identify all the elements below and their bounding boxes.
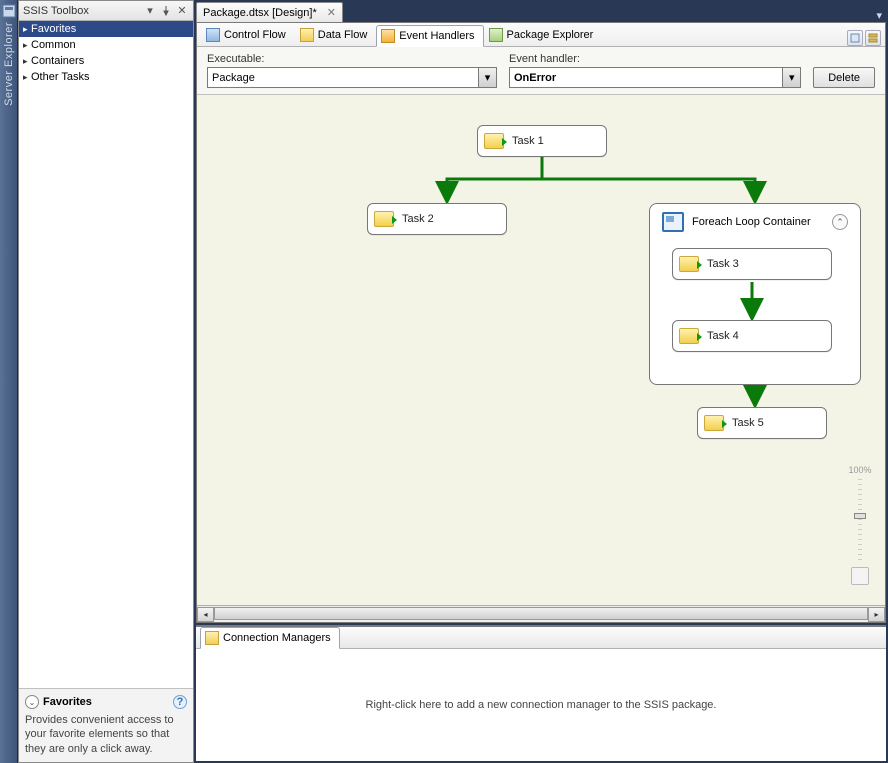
- toolbox-pin-icon[interactable]: [159, 4, 173, 18]
- task-label: Task 1: [512, 135, 544, 147]
- task-icon: [374, 211, 394, 227]
- task-label: Task 3: [707, 258, 739, 270]
- horizontal-scrollbar[interactable]: ◂ ▸: [197, 605, 885, 622]
- task-node-task3[interactable]: Task 3: [672, 248, 832, 280]
- tab-control-flow[interactable]: Control Flow: [201, 24, 295, 46]
- executable-combo[interactable]: ▾: [207, 67, 497, 88]
- connection-managers-icon: [205, 631, 219, 645]
- delete-button[interactable]: Delete: [813, 67, 875, 88]
- toolbox-footer-title: Favorites: [43, 696, 92, 708]
- zoom-thumb[interactable]: [854, 513, 866, 519]
- subtab-label: Event Handlers: [399, 30, 474, 42]
- event-handler-label: Event handler:: [509, 53, 801, 65]
- zoom-fit-button[interactable]: [851, 567, 869, 585]
- subtab-label: Data Flow: [318, 29, 368, 41]
- connection-managers-body[interactable]: Right-click here to add a new connection…: [196, 649, 886, 761]
- scroll-right-button[interactable]: ▸: [868, 607, 885, 622]
- chevron-down-icon[interactable]: ⌄: [25, 695, 39, 709]
- scroll-track[interactable]: [214, 607, 868, 622]
- task-node-task4[interactable]: Task 4: [672, 320, 832, 352]
- executable-label: Executable:: [207, 53, 497, 65]
- task-icon: [679, 328, 699, 344]
- chevron-down-icon[interactable]: ▾: [783, 67, 801, 88]
- tabstrip-overflow-icon[interactable]: ▾: [876, 9, 882, 22]
- scroll-thumb[interactable]: [214, 607, 868, 620]
- tab-event-handlers[interactable]: Event Handlers: [376, 25, 483, 47]
- toolbox-footer: ⌄ Favorites ? Provides convenient access…: [19, 688, 193, 762]
- toolbox-item-other-tasks[interactable]: ▸Other Tasks: [19, 69, 193, 85]
- tab-connection-managers[interactable]: Connection Managers: [200, 627, 340, 649]
- cm-tab-label: Connection Managers: [223, 632, 331, 644]
- event-handler-input[interactable]: [509, 67, 783, 88]
- server-explorer-label: Server Explorer: [3, 22, 15, 106]
- event-handlers-icon: [381, 29, 395, 43]
- toolbox-dropdown-icon[interactable]: ▾: [143, 4, 157, 18]
- subtab-label: Control Flow: [224, 29, 286, 41]
- task-node-task2[interactable]: Task 2: [367, 203, 507, 235]
- executable-input[interactable]: [207, 67, 479, 88]
- cm-hint: Right-click here to add a new connection…: [366, 699, 717, 711]
- foreach-container[interactable]: Foreach Loop Container ⌃ Task 3: [649, 203, 861, 385]
- document-tab-label: Package.dtsx [Design]*: [203, 7, 317, 19]
- task-icon: [679, 256, 699, 272]
- server-explorer-rail[interactable]: Server Explorer: [0, 0, 18, 763]
- task-label: Task 4: [707, 330, 739, 342]
- toolbox-item-label: Favorites: [31, 23, 76, 35]
- toolbox-item-label: Other Tasks: [31, 71, 90, 83]
- designer-canvas[interactable]: Task 1 Task 2 Foreach Loop Container ⌃: [197, 95, 885, 605]
- task-node-task1[interactable]: Task 1: [477, 125, 607, 157]
- ssis-toolbox-panel: SSIS Toolbox ▾ ✕ ▸Favorites ▸Common ▸Con…: [18, 0, 194, 763]
- toolbox-item-label: Containers: [31, 55, 84, 67]
- event-handler-params: Executable: ▾ Event handler: ▾ Delete: [197, 47, 885, 95]
- toolbox-button[interactable]: [865, 30, 881, 46]
- document-tabstrip: Package.dtsx [Design]* ✕ ▾: [194, 0, 888, 22]
- toolbox-item-containers[interactable]: ▸Containers: [19, 53, 193, 69]
- server-explorer-icon: [2, 4, 16, 18]
- data-flow-icon: [300, 28, 314, 42]
- zoom-percent: 100%: [848, 465, 871, 475]
- toolbox-close-icon[interactable]: ✕: [175, 4, 189, 18]
- scroll-left-button[interactable]: ◂: [197, 607, 214, 622]
- subtab-label: Package Explorer: [507, 29, 594, 41]
- variables-button[interactable]: [847, 30, 863, 46]
- foreach-icon: [662, 212, 684, 232]
- help-icon[interactable]: ?: [173, 695, 187, 709]
- toolbox-item-favorites[interactable]: ▸Favorites: [19, 21, 193, 37]
- task-icon: [484, 133, 504, 149]
- collapse-icon[interactable]: ⌃: [832, 214, 848, 230]
- task-icon: [704, 415, 724, 431]
- document-tab-close-icon[interactable]: ✕: [327, 6, 336, 19]
- zoom-slider[interactable]: [858, 479, 862, 563]
- document-tab[interactable]: Package.dtsx [Design]* ✕: [196, 2, 343, 22]
- container-label: Foreach Loop Container: [692, 216, 811, 228]
- toolbox-item-label: Common: [31, 39, 76, 51]
- control-flow-icon: [206, 28, 220, 42]
- zoom-control: 100%: [845, 465, 875, 585]
- chevron-down-icon[interactable]: ▾: [479, 67, 497, 88]
- toolbox-footer-description: Provides convenient access to your favor…: [25, 713, 187, 756]
- task-node-task5[interactable]: Task 5: [697, 407, 827, 439]
- connection-managers-panel: Connection Managers Right-click here to …: [196, 625, 886, 761]
- task-label: Task 2: [402, 213, 434, 225]
- tab-package-explorer[interactable]: Package Explorer: [484, 24, 603, 46]
- package-explorer-icon: [489, 28, 503, 42]
- event-handler-combo[interactable]: ▾: [509, 67, 801, 88]
- tab-data-flow[interactable]: Data Flow: [295, 24, 377, 46]
- toolbox-list: ▸Favorites ▸Common ▸Containers ▸Other Ta…: [19, 21, 193, 688]
- designer-subtabs: Control Flow Data Flow Event Handlers Pa…: [197, 23, 885, 47]
- ssis-toolbox-title: SSIS Toolbox: [23, 5, 141, 17]
- ssis-toolbox-header: SSIS Toolbox ▾ ✕: [19, 1, 193, 21]
- task-label: Task 5: [732, 417, 764, 429]
- toolbox-item-common[interactable]: ▸Common: [19, 37, 193, 53]
